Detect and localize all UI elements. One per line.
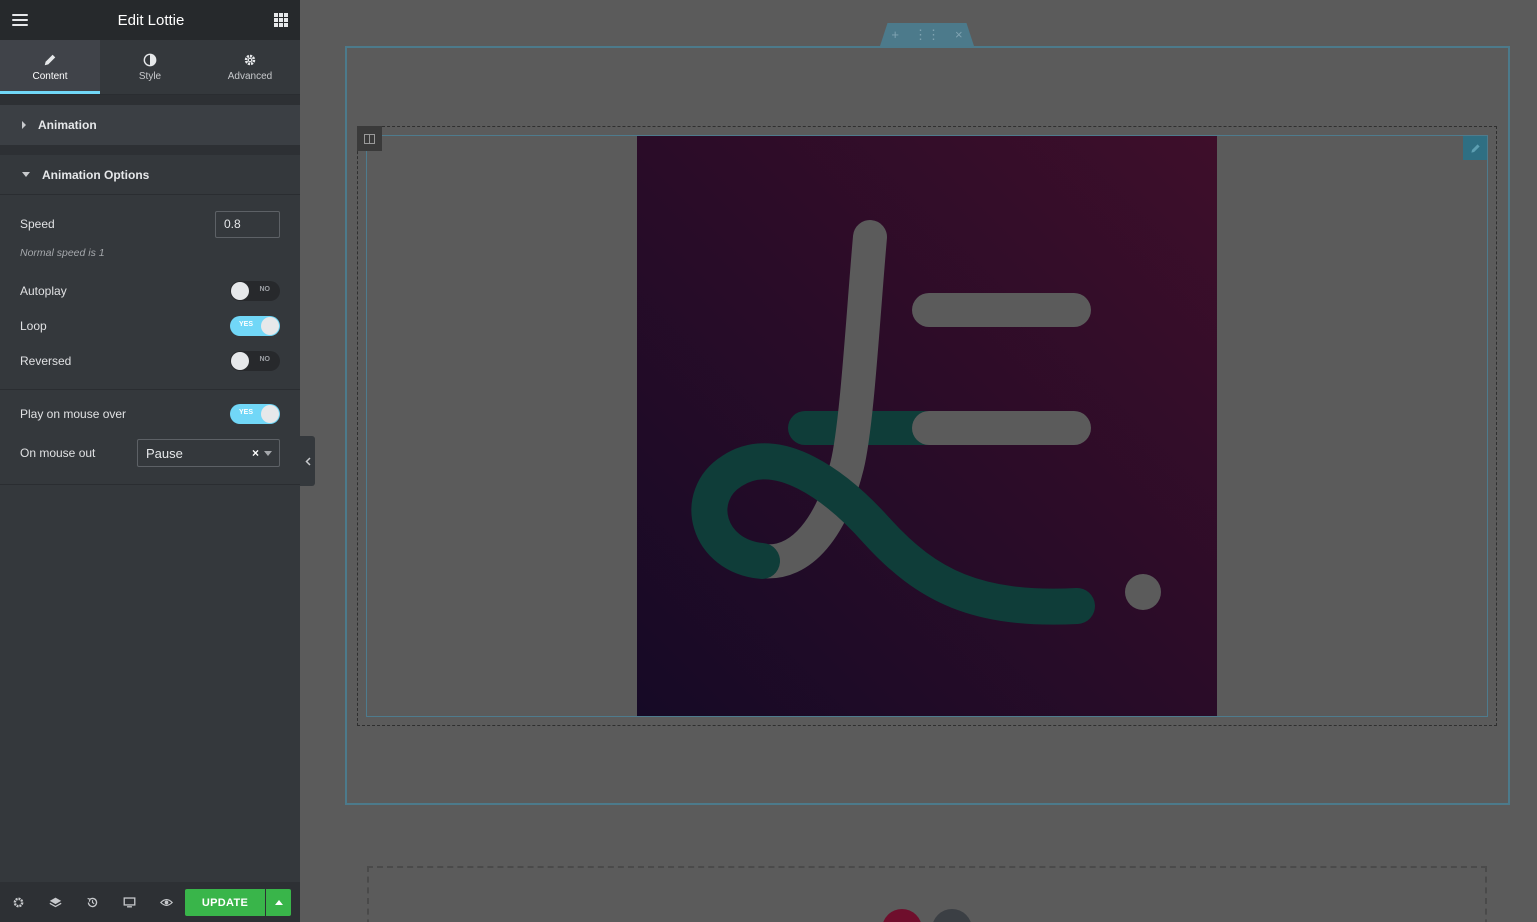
- section-animation-options[interactable]: Animation Options: [0, 155, 300, 195]
- menu-icon[interactable]: [12, 14, 28, 26]
- update-options-button[interactable]: [266, 889, 291, 916]
- tab-content-label: Content: [32, 70, 68, 82]
- navigator-button[interactable]: [49, 882, 62, 922]
- tab-advanced[interactable]: Advanced: [200, 40, 300, 94]
- speed-label: Speed: [20, 217, 55, 231]
- chevron-left-icon: [304, 456, 311, 466]
- section-handle[interactable]: + ⋮⋮ ×: [880, 23, 974, 46]
- editor-panel: Edit Lottie Content Style Advanced Anima…: [0, 0, 300, 922]
- panel-footer: UPDATE: [0, 882, 300, 922]
- tab-style-label: Style: [138, 70, 162, 82]
- tab-content[interactable]: Content: [0, 40, 100, 94]
- panel-tabs: Content Style Advanced: [0, 40, 300, 95]
- caret-right-icon: [22, 121, 26, 129]
- on-mouse-out-select[interactable]: Pause ×: [137, 439, 280, 467]
- play-on-mouse-over-control: Play on mouse over YES: [20, 390, 280, 438]
- close-icon[interactable]: ×: [955, 27, 963, 42]
- section-animation-options-label: Animation Options: [42, 167, 150, 182]
- reversed-toggle[interactable]: NO: [230, 350, 280, 371]
- play-on-mouse-over-label: Play on mouse over: [20, 407, 127, 421]
- drag-handle-icon[interactable]: ⋮⋮: [914, 27, 940, 43]
- on-mouse-out-control: On mouse out Pause ×: [20, 438, 280, 484]
- loop-toggle-text: YES: [239, 320, 254, 328]
- reversed-label: Reversed: [20, 353, 72, 368]
- toggle-knob: [231, 351, 249, 370]
- widgets-grid-icon[interactable]: [274, 13, 288, 27]
- loop-label: Loop: [20, 318, 47, 333]
- reversed-toggle-text: NO: [259, 355, 271, 363]
- half-circle-icon: [143, 53, 157, 66]
- on-mouse-out-value: Pause: [146, 445, 183, 461]
- autoplay-control: Autoplay NO: [20, 273, 280, 308]
- tab-advanced-label: Advanced: [227, 70, 273, 82]
- on-mouse-out-label: On mouse out: [20, 446, 96, 460]
- tab-style[interactable]: Style: [100, 40, 200, 94]
- panel-header: Edit Lottie: [0, 0, 300, 40]
- layers-icon: [49, 897, 62, 907]
- desktop-icon: [123, 896, 136, 907]
- autoplay-toggle-text: NO: [259, 285, 271, 293]
- add-icon[interactable]: +: [891, 27, 899, 42]
- play-on-mouse-over-toggle-text: YES: [239, 409, 254, 416]
- clear-icon[interactable]: ×: [252, 446, 259, 460]
- speed-note: Normal speed is 1: [20, 247, 105, 259]
- lottie-animation[interactable]: [637, 136, 1217, 716]
- toggle-knob: [261, 405, 279, 423]
- responsive-mode-button[interactable]: [123, 882, 136, 922]
- toggle-knob: [231, 281, 249, 300]
- toggle-knob: [261, 316, 279, 335]
- autoplay-toggle[interactable]: NO: [230, 280, 280, 301]
- section-animation-label: Animation: [38, 118, 97, 132]
- settings-button[interactable]: [12, 882, 25, 922]
- reversed-control: Reversed NO: [20, 343, 280, 378]
- gear-icon: [13, 897, 24, 907]
- caret-up-icon: [274, 900, 283, 905]
- add-section-area[interactable]: [367, 866, 1487, 922]
- collapse-panel-button[interactable]: [300, 436, 315, 486]
- preview-button[interactable]: [160, 882, 173, 922]
- divider: [0, 484, 300, 485]
- loop-control: Loop YES: [20, 308, 280, 343]
- pencil-icon: [44, 54, 56, 65]
- section-animation[interactable]: Animation: [0, 105, 300, 145]
- history-icon: [87, 897, 98, 907]
- update-button[interactable]: UPDATE: [185, 889, 265, 916]
- history-button[interactable]: [86, 882, 99, 922]
- animation-options-body: Speed Normal speed is 1 Autoplay NO Loop…: [0, 195, 300, 484]
- widget-edit-button[interactable]: [1463, 136, 1487, 160]
- caret-down-icon: [22, 172, 30, 177]
- gear-icon: [244, 54, 256, 65]
- speed-control: Speed: [20, 195, 280, 253]
- section-gap: [0, 145, 300, 155]
- loop-toggle[interactable]: YES: [230, 315, 280, 336]
- section-gap: [0, 95, 300, 105]
- play-on-mouse-over-toggle[interactable]: YES: [230, 404, 280, 424]
- elementor-logo-animation: [691, 220, 1161, 625]
- eye-icon: [160, 898, 173, 906]
- panel-title: Edit Lottie: [117, 11, 185, 29]
- autoplay-label: Autoplay: [20, 283, 67, 298]
- speed-input[interactable]: [215, 210, 280, 238]
- pencil-icon: [1470, 143, 1480, 153]
- column-icon: [364, 133, 375, 144]
- chevron-down-icon: [264, 451, 272, 456]
- column-handle[interactable]: [357, 126, 382, 151]
